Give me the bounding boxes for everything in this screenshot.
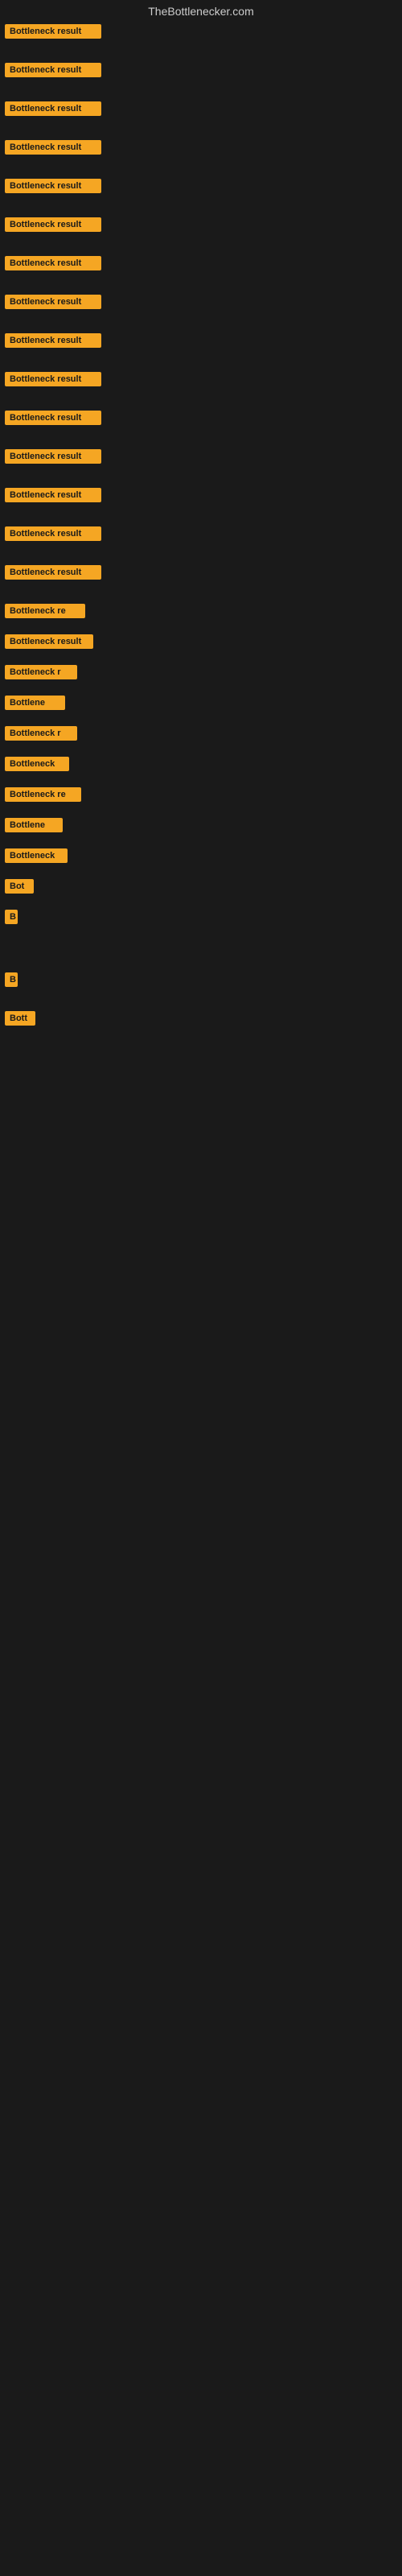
bottleneck-item: Bottleneck result — [5, 63, 402, 77]
bottleneck-item: Bottleneck result — [5, 449, 402, 464]
bottleneck-badge: Bottleneck result — [5, 372, 101, 386]
bottleneck-item: Bott — [5, 1011, 402, 1026]
bottleneck-badge: Bottleneck result — [5, 526, 101, 541]
bottleneck-item: Bottleneck result — [5, 101, 402, 116]
bottleneck-item: B — [5, 972, 402, 987]
bottleneck-item: Bottleneck result — [5, 488, 402, 502]
bottleneck-item: Bottleneck result — [5, 526, 402, 541]
bottleneck-item: Bottleneck r — [5, 726, 402, 741]
bottleneck-badge: Bottleneck result — [5, 63, 101, 77]
bottleneck-badge: Bottleneck result — [5, 488, 101, 502]
bottleneck-item: Bottlene — [5, 696, 402, 710]
bottleneck-badge: Bottleneck result — [5, 179, 101, 193]
bottleneck-item: Bottleneck result — [5, 372, 402, 386]
bottleneck-badge: Bott — [5, 1011, 35, 1026]
bottleneck-badge: Bottleneck result — [5, 634, 93, 649]
bottleneck-item: Bottleneck result — [5, 634, 402, 649]
bottleneck-item: Bottlene — [5, 818, 402, 832]
bottleneck-badge: Bottleneck result — [5, 217, 101, 232]
bottleneck-item: B — [5, 910, 402, 924]
bottleneck-item: Bottleneck — [5, 757, 402, 771]
bottleneck-item: Bottleneck result — [5, 256, 402, 270]
bottleneck-item: Bottleneck result — [5, 24, 402, 39]
bottleneck-item: Bottleneck re — [5, 787, 402, 802]
bottleneck-badge: Bottlene — [5, 818, 63, 832]
bottleneck-item: Bottleneck result — [5, 179, 402, 193]
bottleneck-badge: Bottleneck — [5, 757, 69, 771]
bottleneck-badge: Bottleneck result — [5, 24, 101, 39]
bottleneck-badge: Bottlene — [5, 696, 65, 710]
bottleneck-badge: Bottleneck re — [5, 604, 85, 618]
bottleneck-badge: Bottleneck result — [5, 256, 101, 270]
bottleneck-badge: Bottleneck re — [5, 787, 81, 802]
bottleneck-badge: Bottleneck result — [5, 411, 101, 425]
bottleneck-item: Bottleneck result — [5, 333, 402, 348]
bottleneck-badge: Bottleneck result — [5, 101, 101, 116]
bottleneck-badge: Bottleneck r — [5, 665, 77, 679]
bottleneck-badge: B — [5, 972, 18, 987]
bottleneck-badge: B — [5, 910, 18, 924]
bottleneck-item: Bottleneck result — [5, 565, 402, 580]
bottleneck-item: Bottleneck result — [5, 217, 402, 232]
bottleneck-item: Bottleneck — [5, 848, 402, 863]
bottleneck-item: Bot — [5, 879, 402, 894]
bottleneck-badge: Bottleneck — [5, 848, 68, 863]
bottleneck-badge: Bottleneck result — [5, 565, 101, 580]
site-title: TheBottlenecker.com — [0, 0, 402, 21]
bottleneck-item: Bottleneck re — [5, 604, 402, 618]
bottleneck-badge: Bottleneck result — [5, 295, 101, 309]
bottleneck-item: Bottleneck result — [5, 140, 402, 155]
bottleneck-badge: Bottleneck result — [5, 449, 101, 464]
bottleneck-badge: Bottleneck result — [5, 333, 101, 348]
bottleneck-item: Bottleneck result — [5, 295, 402, 309]
bottleneck-badge: Bottleneck result — [5, 140, 101, 155]
bottleneck-badge: Bot — [5, 879, 34, 894]
bottleneck-badge: Bottleneck r — [5, 726, 77, 741]
bottleneck-item: Bottleneck result — [5, 411, 402, 425]
bottleneck-item: Bottleneck r — [5, 665, 402, 679]
